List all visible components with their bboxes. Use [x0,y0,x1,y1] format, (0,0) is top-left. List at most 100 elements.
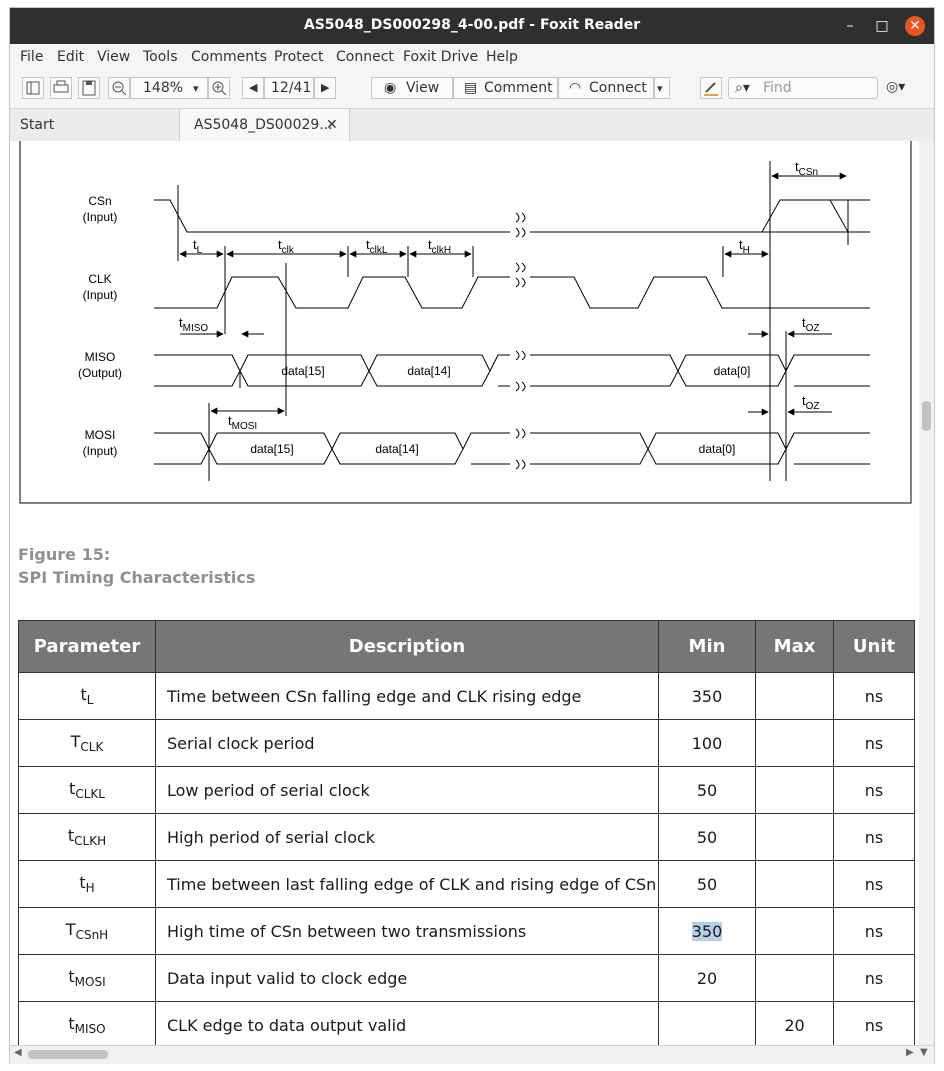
mosi-data-15: data[15] [250,442,293,456]
spi-timing-diagram: CSn (Input) CLK (Input) MISO (Output) MO… [19,141,912,504]
connect-button[interactable]: ◠ Connect [558,77,654,99]
horizontal-scroll-thumb[interactable] [28,1050,108,1059]
parameter-cell: TCLK [18,719,156,767]
menu-connect[interactable]: Connect [336,49,394,65]
find-input[interactable]: ⌕▾ Find [728,77,878,99]
tab-document[interactable]: AS5048_DS00029... ✕ [180,109,350,141]
selected-text[interactable]: 350 [691,921,723,941]
label-tclk: tclk [278,237,295,256]
horizontal-scrollbar[interactable]: ◀ ▶ ▼ [10,1045,934,1064]
min-cell: 350 [658,907,756,955]
unit-cell: ns [833,954,915,1002]
minimize-button[interactable]: – [840,16,860,36]
min-cell: 100 [658,719,756,767]
min-cell [658,1001,756,1045]
description-cell: Serial clock period [155,719,659,767]
comment-label: Comment [484,80,553,96]
comment-icon: ▤ [464,80,478,96]
print-icon[interactable] [50,77,72,99]
max-cell [755,907,834,955]
label-th: tH [739,237,750,256]
eye-icon: ◉ [384,80,397,96]
document-viewport: CSn (Input) CLK (Input) MISO (Output) MO… [10,141,919,1045]
view-button[interactable]: ◉ View [371,77,453,99]
maximize-button[interactable]: □ [872,16,892,36]
unit-cell: ns [833,813,915,861]
table-row: tMOSI Data input valid to clock edge 20 … [18,954,915,1002]
menu-edit[interactable]: Edit [57,49,84,65]
unit-cell: ns [833,1001,915,1045]
sidebar-toggle-icon[interactable] [22,77,44,99]
menu-tools[interactable]: Tools [143,49,178,65]
scroll-down-icon[interactable]: ▼ [920,1047,928,1058]
toolbar: 148% ▾ ◀ 12/41 ▶ ◉ View ▤ Comment ◠ Conn… [10,70,934,108]
parameter-cell: TCSnH [18,907,156,955]
table-row: TCLK Serial clock period 100 ns [18,719,915,767]
connect-dropdown[interactable]: ▾ [654,77,670,99]
connect-icon: ◠ [569,80,582,96]
parameter-cell: tMOSI [18,954,156,1002]
unit-cell: ns [833,672,915,720]
unit-cell: ns [833,907,915,955]
next-page-icon[interactable]: ▶ [314,77,336,99]
label-tmosi: tMOSI [228,413,257,432]
miso-data-14: data[14] [407,364,450,378]
tab-start[interactable]: Start [10,109,180,141]
close-icon[interactable]: ✕ [326,117,338,133]
table-row: TCSnH High time of CSn between two trans… [18,907,915,955]
menu-foxit-drive[interactable]: Foxit Drive [403,49,478,65]
timing-labels: tCSn tL tclk tclkL tclkH tH tMISO tOZ tO… [179,159,820,432]
unit-cell: ns [833,860,915,908]
description-cell: CLK edge to data output valid [155,1001,659,1045]
table-row: tCLKH High period of serial clock 50 ns [18,813,915,861]
min-cell: 50 [658,813,756,861]
label-tl: tL [193,237,203,256]
description-cell: Time between CSn falling edge and CLK ri… [155,672,659,720]
vertical-scrollbar[interactable] [919,141,934,1045]
tab-bar: Start AS5048_DS00029... ✕ [10,108,934,142]
title-bar: AS5048_DS000298_4-00.pdf - Foxit Reader … [10,8,934,44]
signal-clk-dir: (Input) [83,288,118,302]
label-tcsn: tCSn [795,159,818,178]
label-tmiso: tMISO [179,315,208,334]
description-cell: High period of serial clock [155,813,659,861]
scroll-right-icon[interactable]: ▶ [906,1047,914,1058]
zoom-in-icon[interactable] [208,77,230,99]
parameter-cell: tCLKL [18,766,156,814]
header-parameter: Parameter [18,620,156,673]
menu-file[interactable]: File [20,49,43,65]
scroll-left-icon[interactable]: ◀ [14,1047,22,1058]
max-cell [755,860,834,908]
chevron-down-icon: ▾ [193,82,199,95]
unit-cell: ns [833,719,915,767]
mosi-data-0: data[0] [699,442,736,456]
page-number-field[interactable]: 12/41 [264,77,314,99]
zoom-out-icon[interactable] [108,77,130,99]
close-button[interactable]: ✕ [905,16,925,36]
table-row: tMISO CLK edge to data output valid 20 n… [18,1001,915,1045]
signal-clk-name: CLK [88,272,111,286]
miso-waveform [154,354,870,388]
account-icon[interactable]: ◎▾ [884,77,920,99]
spi-timing-table: Parameter Description Min Max Unit tL Ti… [18,620,915,1045]
label-tclkh: tclkH [428,237,451,256]
signal-miso-dir: (Output) [78,366,122,380]
miso-data-0: data[0] [714,364,751,378]
description-cell: Time between last falling edge of CLK an… [155,860,659,908]
menu-help[interactable]: Help [486,49,518,65]
parameter-cell: tMISO [18,1001,156,1045]
vertical-scroll-thumb[interactable] [922,401,931,431]
zoom-select[interactable]: 148% ▾ [130,77,208,99]
previous-page-icon[interactable]: ◀ [242,77,264,99]
save-icon[interactable] [78,77,100,99]
menu-view[interactable]: View [97,49,130,65]
parameter-cell: tH [18,860,156,908]
label-toz-miso: tOZ [802,315,820,334]
max-cell [755,766,834,814]
comment-button[interactable]: ▤ Comment [453,77,558,99]
highlight-icon[interactable] [700,77,722,99]
table-row: tL Time between CSn falling edge and CLK… [18,672,915,720]
menu-comments[interactable]: Comments [191,49,267,65]
signal-mosi-dir: (Input) [83,444,118,458]
menu-protect[interactable]: Protect [274,49,324,65]
